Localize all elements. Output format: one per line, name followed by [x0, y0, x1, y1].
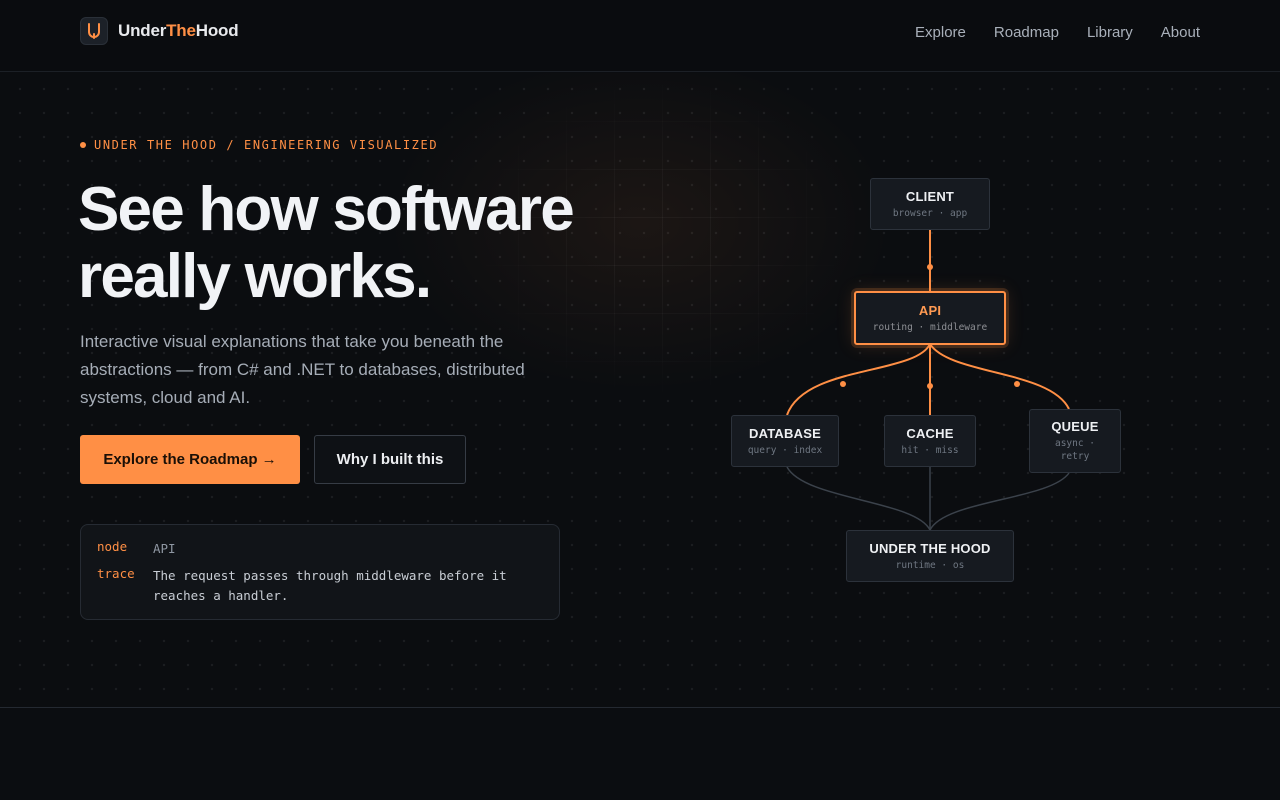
node-queue-title: QUEUE: [1051, 419, 1099, 434]
trace-node-key: node: [97, 539, 128, 554]
node-cache-title: CACHE: [906, 425, 954, 441]
trace-value: The request passes through middleware be…: [153, 568, 507, 603]
node-cache[interactable]: CACHE hit · miss: [884, 415, 976, 467]
brand-name-the: The: [166, 21, 196, 40]
node-cache-sub: hit · miss: [901, 444, 959, 456]
nav-roadmap[interactable]: Roadmap: [994, 24, 1059, 41]
node-queue-sub: async · retry: [1054, 438, 1096, 462]
explore-roadmap-button[interactable]: Explore the Roadmap →: [80, 435, 300, 484]
node-queue[interactable]: QUEUE async · retry: [1029, 409, 1121, 473]
hero-headline: See how software really works.: [78, 176, 638, 310]
brand-name-under: Under: [118, 21, 167, 40]
hero-subtitle: Interactive visual explanations that tak…: [80, 332, 525, 407]
headline-line-2: really works.: [78, 242, 432, 311]
connector-queue-runtime: [929, 472, 1070, 531]
brand-name-hood: Hood: [195, 21, 239, 40]
connector-dot-api-queue: [1014, 381, 1020, 387]
logo-u-icon: [80, 17, 108, 45]
trace-node-row: node API: [97, 539, 543, 559]
node-database-title: DATABASE: [749, 425, 821, 441]
site-header: UnderTheHood Explore Roadmap Library Abo…: [0, 0, 1280, 72]
headline-line-1: See how software: [78, 175, 575, 244]
node-database[interactable]: DATABASE query · index: [731, 415, 839, 467]
brand-name: UnderTheHood: [118, 21, 239, 41]
node-api-title: API: [918, 302, 942, 318]
brand-logo[interactable]: UnderTheHood: [80, 17, 239, 45]
node-client[interactable]: CLIENT browser · app: [870, 178, 990, 230]
trace-key: trace: [97, 566, 135, 581]
next-section: [0, 709, 1280, 800]
nav-explore[interactable]: Explore: [915, 24, 966, 41]
why-i-built-this-button[interactable]: Why I built this: [314, 435, 466, 484]
main-nav: Explore Roadmap Library About: [915, 24, 1200, 41]
hero-eyebrow: UNDER THE HOOD / ENGINEERING VISUALIZED: [80, 138, 438, 152]
node-client-title: CLIENT: [905, 188, 955, 204]
nav-about[interactable]: About: [1161, 24, 1200, 41]
trace-description-row: trace The request passes through middlew…: [97, 566, 543, 606]
connector-database-runtime: [786, 466, 931, 531]
node-runtime-sub: runtime · os: [895, 559, 965, 571]
trace-panel: node API trace The request passes throug…: [80, 524, 560, 620]
node-client-sub: browser · app: [892, 207, 968, 219]
eyebrow-dot-icon: [80, 142, 86, 148]
node-api-sub: routing · middleware: [872, 321, 988, 333]
connector-dot-api-cache: [927, 383, 933, 389]
eyebrow-text: UNDER THE HOOD / ENGINEERING VISUALIZED: [94, 138, 439, 152]
connector-dot-api-database: [840, 381, 846, 387]
node-database-sub: query · index: [747, 444, 823, 456]
node-api[interactable]: API routing · middleware: [854, 291, 1006, 345]
connector-api-database: [786, 343, 931, 416]
node-under-the-hood[interactable]: UNDER THE HOOD runtime · os: [846, 530, 1014, 582]
nav-library[interactable]: Library: [1087, 24, 1133, 41]
connector-dot-client-api: [927, 264, 933, 270]
trace-node-value: API: [153, 541, 176, 556]
connector-api-queue: [929, 343, 1070, 410]
node-runtime-title: UNDER THE HOOD: [869, 540, 991, 556]
architecture-diagram: CLIENT browser · app API routing · middl…: [700, 160, 1160, 600]
